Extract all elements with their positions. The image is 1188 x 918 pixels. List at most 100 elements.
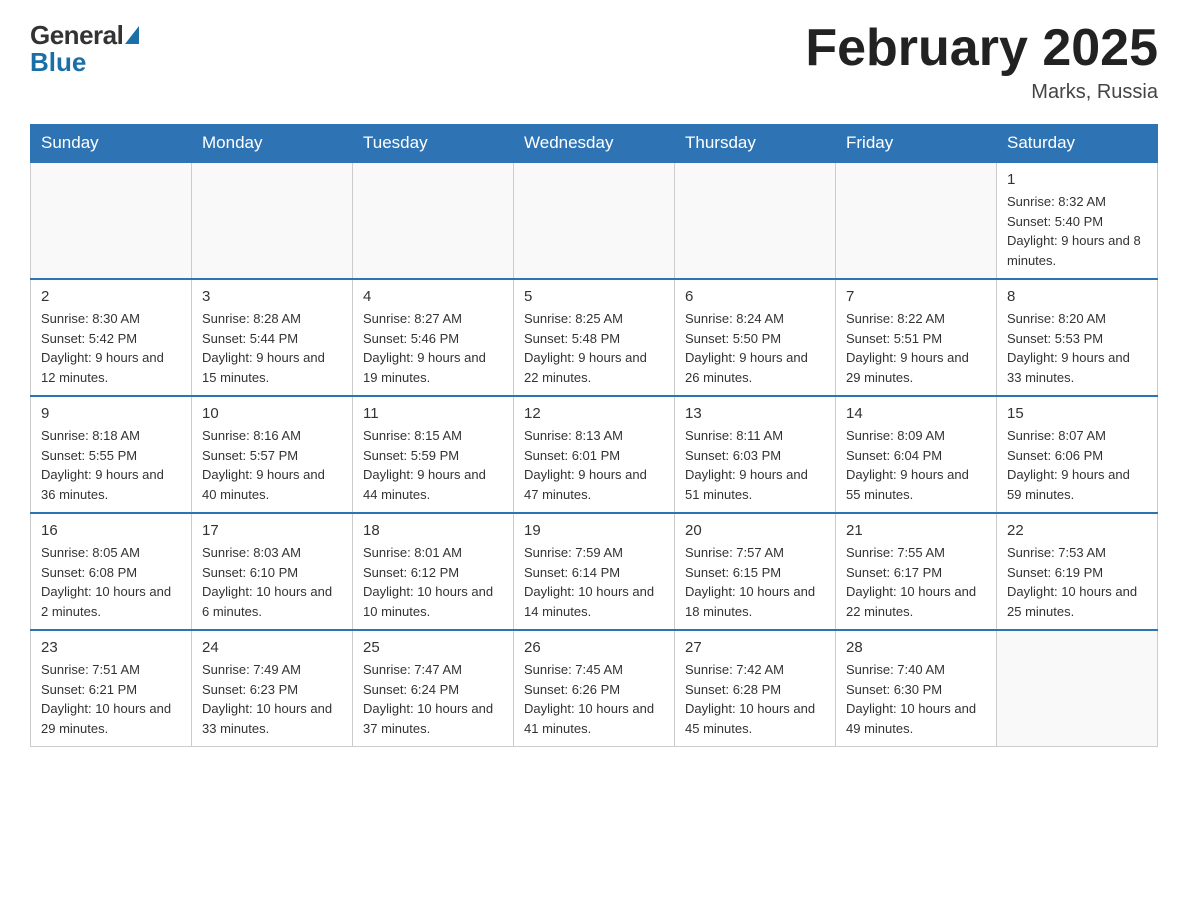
calendar-cell: 13 Sunrise: 8:11 AMSunset: 6:03 PMDayligh… (675, 396, 836, 513)
day-number: 28 (846, 639, 986, 656)
day-number: 18 (363, 522, 503, 539)
calendar-table: SundayMondayTuesdayWednesdayThursdayFrid… (30, 124, 1158, 747)
logo-triangle-icon (125, 26, 139, 44)
calendar-week-row: 9 Sunrise: 8:18 AMSunset: 5:55 PMDaylight… (31, 396, 1158, 513)
calendar-cell: 9 Sunrise: 8:18 AMSunset: 5:55 PMDaylight… (31, 396, 192, 513)
day-info: Sunrise: 8:22 AMSunset: 5:51 PMDaylight:… (846, 309, 986, 387)
day-number: 8 (1007, 288, 1147, 305)
calendar-cell: 21Sunrise: 7:55 AMSunset: 6:17 PMDayligh… (836, 513, 997, 630)
calendar-cell: 16 Sunrise: 8:05 AMSunset: 6:08 PMDayligh… (31, 513, 192, 630)
day-number: 24 (202, 639, 342, 656)
day-number: 14 (846, 405, 986, 422)
day-info: Sunrise: 7:47 AMSunset: 6:24 PMDaylight:… (363, 660, 503, 738)
day-of-week-header: Thursday (675, 125, 836, 163)
calendar-cell: 20Sunrise: 7:57 AMSunset: 6:15 PMDayligh… (675, 513, 836, 630)
calendar-cell (675, 162, 836, 279)
day-of-week-header: Monday (192, 125, 353, 163)
calendar-cell: 5 Sunrise: 8:25 AMSunset: 5:48 PMDaylight… (514, 279, 675, 396)
calendar-cell: 18 Sunrise: 8:01 AMSunset: 6:12 PMDayligh… (353, 513, 514, 630)
calendar-cell: 23 Sunrise: 7:51 AMSunset: 6:21 PMDayligh… (31, 630, 192, 747)
day-info: Sunrise: 8:15 AMSunset: 5:59 PMDaylight:… (363, 426, 503, 504)
day-number: 1 (1007, 171, 1147, 188)
calendar-cell: 10 Sunrise: 8:16 AMSunset: 5:57 PMDayligh… (192, 396, 353, 513)
day-number: 9 (41, 405, 181, 422)
day-info: Sunrise: 7:53 AMSunset: 6:19 PMDaylight:… (1007, 543, 1147, 621)
day-info: Sunrise: 7:42 AMSunset: 6:28 PMDaylight:… (685, 660, 825, 738)
calendar-cell (836, 162, 997, 279)
day-info: Sunrise: 8:16 AMSunset: 5:57 PMDaylight:… (202, 426, 342, 504)
calendar-week-row: 16 Sunrise: 8:05 AMSunset: 6:08 PMDayligh… (31, 513, 1158, 630)
day-info: Sunrise: 8:28 AMSunset: 5:44 PMDaylight:… (202, 309, 342, 387)
calendar-cell (514, 162, 675, 279)
calendar-week-row: 2 Sunrise: 8:30 AMSunset: 5:42 PMDaylight… (31, 279, 1158, 396)
day-number: 19 (524, 522, 664, 539)
day-number: 22 (1007, 522, 1147, 539)
day-of-week-header: Friday (836, 125, 997, 163)
day-number: 12 (524, 405, 664, 422)
calendar-cell: 27 Sunrise: 7:42 AMSunset: 6:28 PMDayligh… (675, 630, 836, 747)
day-number: 3 (202, 288, 342, 305)
calendar-cell: 8 Sunrise: 8:20 AMSunset: 5:53 PMDaylight… (997, 279, 1158, 396)
calendar-cell: 22 Sunrise: 7:53 AMSunset: 6:19 PMDayligh… (997, 513, 1158, 630)
logo-blue-text: Blue (30, 47, 86, 78)
day-info: Sunrise: 8:13 AMSunset: 6:01 PMDaylight:… (524, 426, 664, 504)
day-number: 2 (41, 288, 181, 305)
day-of-week-header: Sunday (31, 125, 192, 163)
day-of-week-header: Tuesday (353, 125, 514, 163)
calendar-cell (353, 162, 514, 279)
calendar-cell: 25 Sunrise: 7:47 AMSunset: 6:24 PMDayligh… (353, 630, 514, 747)
day-number: 17 (202, 522, 342, 539)
calendar-week-row: 23 Sunrise: 7:51 AMSunset: 6:21 PMDayligh… (31, 630, 1158, 747)
day-info: Sunrise: 8:27 AMSunset: 5:46 PMDaylight:… (363, 309, 503, 387)
day-info: Sunrise: 7:49 AMSunset: 6:23 PMDaylight:… (202, 660, 342, 738)
calendar-cell: 19Sunrise: 7:59 AMSunset: 6:14 PMDayligh… (514, 513, 675, 630)
calendar-cell: 1Sunrise: 8:32 AMSunset: 5:40 PMDaylight… (997, 162, 1158, 279)
day-info: Sunrise: 7:45 AMSunset: 6:26 PMDaylight:… (524, 660, 664, 738)
calendar-cell: 15 Sunrise: 8:07 AMSunset: 6:06 PMDayligh… (997, 396, 1158, 513)
day-info: Sunrise: 7:40 AMSunset: 6:30 PMDaylight:… (846, 660, 986, 738)
day-info: Sunrise: 8:24 AMSunset: 5:50 PMDaylight:… (685, 309, 825, 387)
day-number: 15 (1007, 405, 1147, 422)
day-of-week-header: Saturday (997, 125, 1158, 163)
day-number: 11 (363, 405, 503, 422)
calendar-header-row: SundayMondayTuesdayWednesdayThursdayFrid… (31, 125, 1158, 163)
day-info: Sunrise: 8:07 AMSunset: 6:06 PMDaylight:… (1007, 426, 1147, 504)
day-number: 5 (524, 288, 664, 305)
day-number: 25 (363, 639, 503, 656)
calendar-cell: 6 Sunrise: 8:24 AMSunset: 5:50 PMDaylight… (675, 279, 836, 396)
calendar-cell: 7Sunrise: 8:22 AMSunset: 5:51 PMDaylight… (836, 279, 997, 396)
day-info: Sunrise: 8:09 AMSunset: 6:04 PMDaylight:… (846, 426, 986, 504)
calendar-cell: 12 Sunrise: 8:13 AMSunset: 6:01 PMDayligh… (514, 396, 675, 513)
logo: General Blue (30, 20, 139, 78)
month-title: February 2025 (805, 20, 1158, 77)
day-number: 20 (685, 522, 825, 539)
day-number: 26 (524, 639, 664, 656)
day-number: 23 (41, 639, 181, 656)
day-number: 16 (41, 522, 181, 539)
calendar-cell: 3 Sunrise: 8:28 AMSunset: 5:44 PMDaylight… (192, 279, 353, 396)
calendar-week-row: 1Sunrise: 8:32 AMSunset: 5:40 PMDaylight… (31, 162, 1158, 279)
day-info: Sunrise: 8:11 AMSunset: 6:03 PMDaylight:… (685, 426, 825, 504)
title-area: February 2025 Marks, Russia (805, 20, 1158, 104)
calendar-cell: 24 Sunrise: 7:49 AMSunset: 6:23 PMDayligh… (192, 630, 353, 747)
day-info: Sunrise: 7:55 AMSunset: 6:17 PMDaylight:… (846, 543, 986, 621)
day-info: Sunrise: 7:51 AMSunset: 6:21 PMDaylight:… (41, 660, 181, 738)
calendar-cell (192, 162, 353, 279)
day-number: 10 (202, 405, 342, 422)
day-info: Sunrise: 8:03 AMSunset: 6:10 PMDaylight:… (202, 543, 342, 621)
day-number: 27 (685, 639, 825, 656)
page-header: General Blue February 2025 Marks, Russia (30, 20, 1158, 104)
day-info: Sunrise: 8:30 AMSunset: 5:42 PMDaylight:… (41, 309, 181, 387)
calendar-cell: 2 Sunrise: 8:30 AMSunset: 5:42 PMDaylight… (31, 279, 192, 396)
day-info: Sunrise: 8:05 AMSunset: 6:08 PMDaylight:… (41, 543, 181, 621)
location-label: Marks, Russia (805, 81, 1158, 104)
day-number: 13 (685, 405, 825, 422)
calendar-cell: 14 Sunrise: 8:09 AMSunset: 6:04 PMDayligh… (836, 396, 997, 513)
calendar-cell: 11 Sunrise: 8:15 AMSunset: 5:59 PMDayligh… (353, 396, 514, 513)
calendar-cell: 17 Sunrise: 8:03 AMSunset: 6:10 PMDayligh… (192, 513, 353, 630)
day-info: Sunrise: 8:01 AMSunset: 6:12 PMDaylight:… (363, 543, 503, 621)
day-info: Sunrise: 8:18 AMSunset: 5:55 PMDaylight:… (41, 426, 181, 504)
day-info: Sunrise: 8:25 AMSunset: 5:48 PMDaylight:… (524, 309, 664, 387)
day-number: 6 (685, 288, 825, 305)
day-info: Sunrise: 8:20 AMSunset: 5:53 PMDaylight:… (1007, 309, 1147, 387)
